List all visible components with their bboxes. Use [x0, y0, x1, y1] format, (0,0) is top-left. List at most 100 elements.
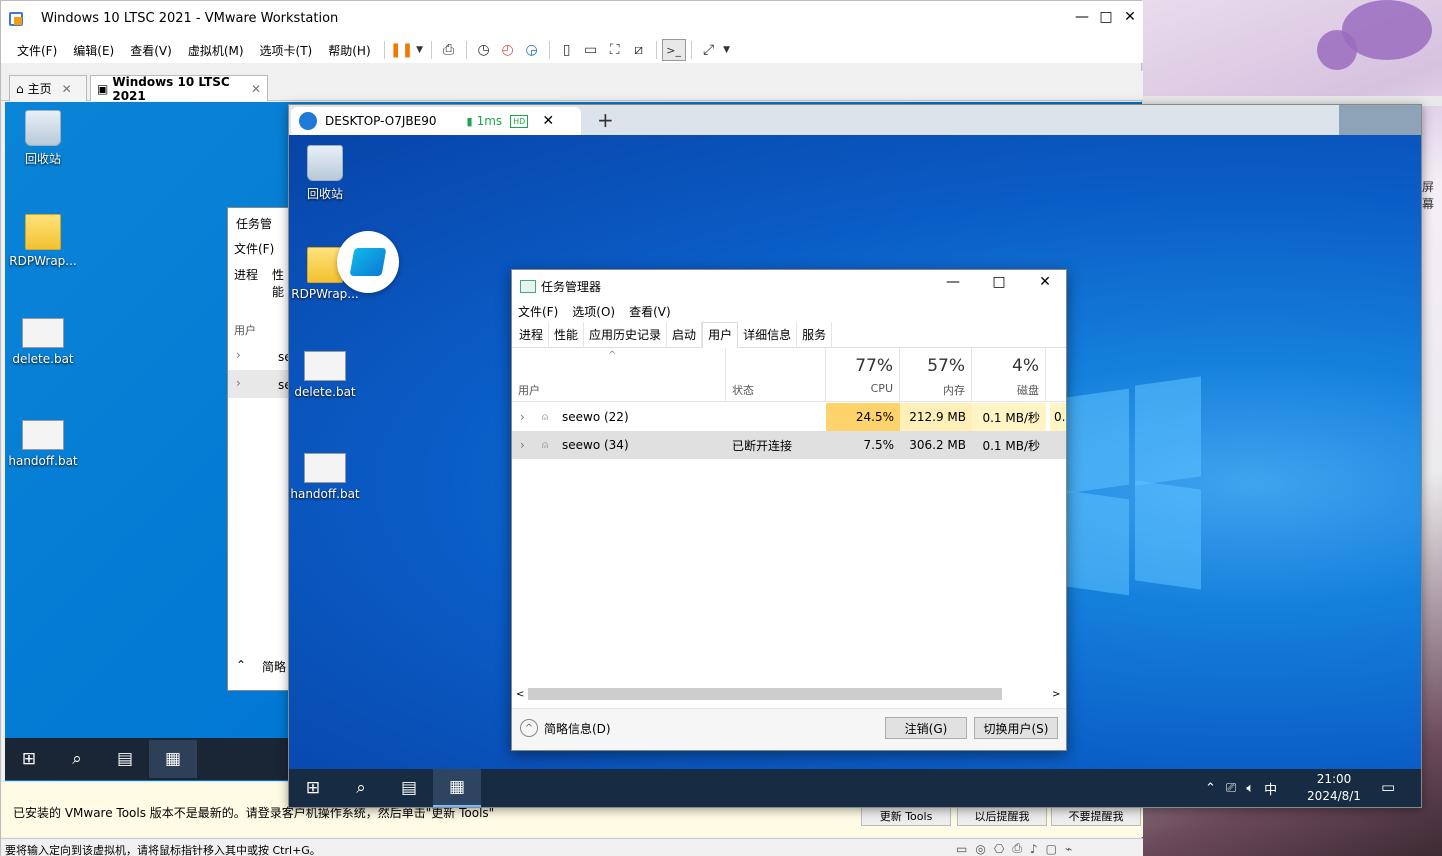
close-icon[interactable]: ✕	[62, 82, 72, 96]
snapshot-icon[interactable]: ◷	[472, 39, 496, 61]
sound-icon[interactable]: ♪	[1030, 842, 1038, 856]
desktop-icon-delete-bat[interactable]: delete.bat	[3, 314, 83, 366]
chevron-down-icon[interactable]: ▼	[414, 39, 426, 61]
chevron-right-icon[interactable]: ›	[236, 348, 241, 362]
chevron-right-icon[interactable]: ›	[520, 431, 525, 459]
rdp-session-tab[interactable]: DESKTOP-O7JBE90 ▮ 1ms HD ✕	[291, 107, 581, 135]
printer-icon[interactable]: ⎙	[1012, 841, 1022, 856]
tm-close-button[interactable]: ✕	[1022, 274, 1068, 290]
network-icon[interactable]: ⎔	[994, 842, 1004, 856]
column-disk[interactable]: 4% 磁盘	[972, 348, 1046, 402]
windows-start-icon[interactable]: ⊞	[289, 769, 337, 807]
chevron-right-icon[interactable]: ›	[236, 376, 241, 390]
tm-menu-options[interactable]: 选项(O)	[572, 303, 615, 320]
tm2-footer-brief[interactable]: 简略	[262, 658, 286, 675]
rdp-desktop-icon-recycle-bin[interactable]: 回收站	[285, 145, 365, 202]
floating-app-icon[interactable]	[337, 231, 399, 293]
chevron-up-circle-icon[interactable]: ⌃	[236, 658, 246, 672]
guest-task-manager[interactable]: 任务管 文件(F) 进程 性能 用户 › se › se ⌃ 简略	[227, 207, 289, 691]
tm2-tab-processes[interactable]: 进程	[234, 266, 258, 283]
menu-help[interactable]: 帮助(H)	[320, 42, 378, 59]
tab-app-history[interactable]: 应用历史记录	[584, 321, 668, 348]
ime-indicator[interactable]: 中	[1264, 779, 1277, 798]
desktop-icon-recycle-bin[interactable]: 回收站	[3, 110, 83, 167]
menu-file[interactable]: 文件(F)	[9, 42, 65, 59]
tab-processes[interactable]: 进程	[514, 321, 550, 348]
menu-view[interactable]: 查看(V)	[122, 42, 180, 59]
cd-icon[interactable]: ◎	[975, 842, 985, 856]
tm-menu-file[interactable]: 文件(F)	[518, 303, 558, 320]
notification-icon[interactable]: ▭	[1381, 778, 1395, 796]
fullscreen-icon[interactable]: ⛶	[603, 39, 627, 61]
message-icon[interactable]: ▢	[1046, 842, 1057, 856]
task-view-icon[interactable]: ▤	[385, 769, 433, 807]
menu-edit[interactable]: 编辑(E)	[65, 42, 122, 59]
column-user[interactable]: ^ 用户	[512, 348, 726, 402]
task-manager-window[interactable]: 任务管理器 — □ ✕ 文件(F) 选项(O) 查看(V) 进程 性能 应用历史…	[511, 269, 1067, 751]
horizontal-scrollbar[interactable]: < >	[516, 686, 1062, 702]
minimize-button[interactable]: —	[1071, 9, 1093, 25]
scroll-right-icon[interactable]: >	[1052, 689, 1062, 700]
tab-startup[interactable]: 启动	[667, 321, 703, 348]
stretch-icon[interactable]: ⤢	[697, 39, 721, 61]
wallpaper-flower	[1317, 30, 1357, 70]
column-memory[interactable]: 57% 内存	[900, 348, 972, 402]
tab-details[interactable]: 详细信息	[738, 321, 798, 348]
tab-home[interactable]: ⌂ 主页 ✕	[9, 75, 87, 101]
network-icon[interactable]: ⎚	[1226, 781, 1236, 796]
update-tools-button[interactable]: 更新 Tools	[861, 806, 951, 826]
switch-user-button[interactable]: 切换用户(S)	[974, 717, 1058, 739]
rdp-desktop-icon-handoff-bat[interactable]: handoff.bat	[285, 449, 365, 501]
search-icon[interactable]: ⌕	[337, 769, 385, 807]
scroll-thumb[interactable]	[528, 688, 1002, 700]
desktop-icon-rdpwrap[interactable]: RDPWrap...	[3, 214, 83, 268]
maximize-button[interactable]: □	[1095, 9, 1117, 25]
tm-maximize-button[interactable]: □	[976, 274, 1022, 290]
windows-start-icon[interactable]: ⊞	[5, 740, 53, 778]
unity-icon[interactable]: ⧄	[627, 39, 651, 61]
usb-icon[interactable]: ⌁	[1065, 842, 1072, 856]
tab-performance[interactable]: 性能	[549, 321, 585, 348]
table-row-selected[interactable]: › ⍝ seewo (34) 已断开连接 7.5% 306.2 MB 0.1 M…	[512, 431, 1066, 459]
desktop-icon-handoff-bat[interactable]: handoff.bat	[3, 416, 83, 468]
logout-button[interactable]: 注销(G)	[885, 717, 967, 739]
pause-icon[interactable]: ❚❚	[390, 39, 414, 61]
thumbnail-icon[interactable]: ▭	[579, 39, 603, 61]
revert-snapshot-icon[interactable]: ◴	[496, 39, 520, 61]
remote-desktop[interactable]: 回收站 RDPWrap... delete.bat handoff.bat 任务…	[289, 135, 1421, 769]
clock[interactable]: 21:00 2024/8/1	[1299, 771, 1369, 805]
table-row[interactable]: › ⍝ seewo (22) 24.5% 212.9 MB 0.1 MB/秒 0…	[512, 403, 1066, 431]
chevron-right-icon[interactable]: ›	[520, 403, 525, 431]
dont-remind-button[interactable]: 不要提醒我	[1051, 806, 1141, 826]
tm2-menu-file[interactable]: 文件(F)	[234, 240, 274, 257]
menu-vm[interactable]: 虚拟机(M)	[180, 42, 252, 59]
tm-menu-view[interactable]: 查看(V)	[629, 303, 671, 320]
library-icon[interactable]: ▯	[555, 39, 579, 61]
tm-minimize-button[interactable]: —	[930, 274, 976, 290]
brief-info-toggle[interactable]: ^ 简略信息(D)	[520, 719, 611, 737]
column-cpu[interactable]: 77% CPU	[826, 348, 900, 402]
task-manager-taskbar-icon[interactable]: ▦	[433, 769, 481, 807]
task-view-icon[interactable]: ▤	[101, 740, 149, 778]
tray-chevron-up-icon[interactable]: ⌃	[1205, 781, 1216, 796]
new-tab-button[interactable]: +	[597, 108, 614, 132]
send-keys-icon[interactable]: ⎙	[437, 39, 461, 61]
volume-icon[interactable]: 🔈︎	[1246, 781, 1254, 796]
close-icon[interactable]: ✕	[251, 82, 261, 96]
rdp-desktop-icon-delete-bat[interactable]: delete.bat	[285, 347, 365, 399]
tab-users[interactable]: 用户	[702, 321, 739, 348]
remind-later-button[interactable]: 以后提醒我	[957, 806, 1047, 826]
snapshot-manager-icon[interactable]: ◶	[520, 39, 544, 61]
close-tab-icon[interactable]: ✕	[542, 113, 554, 129]
scroll-left-icon[interactable]: <	[516, 689, 528, 700]
menu-tabs[interactable]: 选项卡(T)	[252, 42, 321, 59]
hdd-icon[interactable]: ▭	[956, 842, 967, 856]
task-manager-taskbar-icon[interactable]: ▦	[149, 740, 197, 778]
close-button[interactable]: ✕	[1119, 9, 1141, 25]
tab-services[interactable]: 服务	[797, 321, 833, 348]
chevron-down-icon[interactable]: ▼	[721, 39, 733, 61]
column-status[interactable]: 状态	[726, 348, 826, 402]
search-icon[interactable]: ⌕	[53, 740, 101, 778]
tab-vm[interactable]: ▣ Windows 10 LTSC 2021 ✕	[90, 75, 268, 103]
console-icon[interactable]: >_	[661, 39, 686, 61]
